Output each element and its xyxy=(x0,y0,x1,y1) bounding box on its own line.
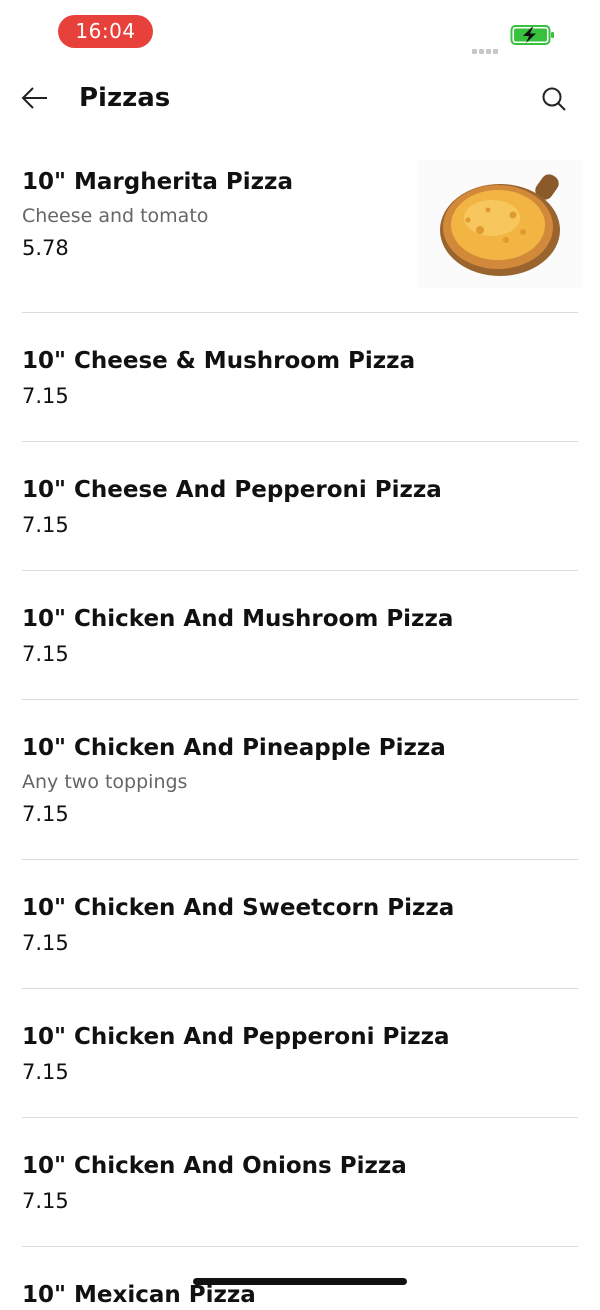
item-price: 7.15 xyxy=(22,384,69,408)
item-price: 7.15 xyxy=(22,1189,69,1213)
status-time: 16:04 xyxy=(58,15,153,48)
status-bar: 16:04 xyxy=(0,0,600,62)
menu-item[interactable]: 10" Margherita Pizza Cheese and tomato 5… xyxy=(22,134,582,313)
menu-list: 10" Margherita Pizza Cheese and tomato 5… xyxy=(22,134,582,1308)
item-name: 10" Chicken And Onions Pizza xyxy=(22,1153,407,1179)
item-price: 5.78 xyxy=(22,236,69,260)
menu-item[interactable]: 10" Cheese And Pepperoni Pizza 7.15 xyxy=(22,442,578,571)
signal-dots-icon xyxy=(472,39,502,54)
item-price: 7.15 xyxy=(22,931,69,955)
item-price: 7.15 xyxy=(22,1060,69,1084)
page-title: Pizzas xyxy=(79,83,171,113)
item-price: 7.15 xyxy=(22,642,69,666)
item-name: 10" Chicken And Mushroom Pizza xyxy=(22,606,454,632)
menu-item[interactable]: 10" Chicken And Pepperoni Pizza 7.15 xyxy=(22,989,578,1118)
item-price: 7.15 xyxy=(22,513,69,537)
item-price: 7.15 xyxy=(22,802,69,826)
item-name: 10" Chicken And Sweetcorn Pizza xyxy=(22,895,455,921)
app-header: Pizzas xyxy=(0,62,600,134)
item-name: 10" Chicken And Pineapple Pizza xyxy=(22,735,446,761)
home-indicator xyxy=(193,1278,407,1285)
item-name: 10" Margherita Pizza xyxy=(22,169,293,195)
item-name: 10" Chicken And Pepperoni Pizza xyxy=(22,1024,450,1050)
battery-charging-icon xyxy=(510,25,554,45)
menu-item[interactable]: 10" Chicken And Pineapple Pizza Any two … xyxy=(22,700,578,860)
menu-item[interactable]: 10" Mexican Pizza xyxy=(22,1247,578,1308)
item-name: 10" Cheese & Mushroom Pizza xyxy=(22,348,416,374)
arrow-left-icon[interactable] xyxy=(20,84,50,112)
pizza-image xyxy=(418,160,582,288)
item-description: Cheese and tomato xyxy=(22,205,209,227)
menu-item[interactable]: 10" Chicken And Sweetcorn Pizza 7.15 xyxy=(22,860,578,989)
menu-item[interactable]: 10" Cheese & Mushroom Pizza 7.15 xyxy=(22,313,578,442)
item-description: Any two toppings xyxy=(22,771,188,793)
menu-item[interactable]: 10" Chicken And Onions Pizza 7.15 xyxy=(22,1118,578,1247)
menu-item[interactable]: 10" Chicken And Mushroom Pizza 7.15 xyxy=(22,571,578,700)
search-icon[interactable] xyxy=(540,85,568,113)
item-name: 10" Cheese And Pepperoni Pizza xyxy=(22,477,442,503)
